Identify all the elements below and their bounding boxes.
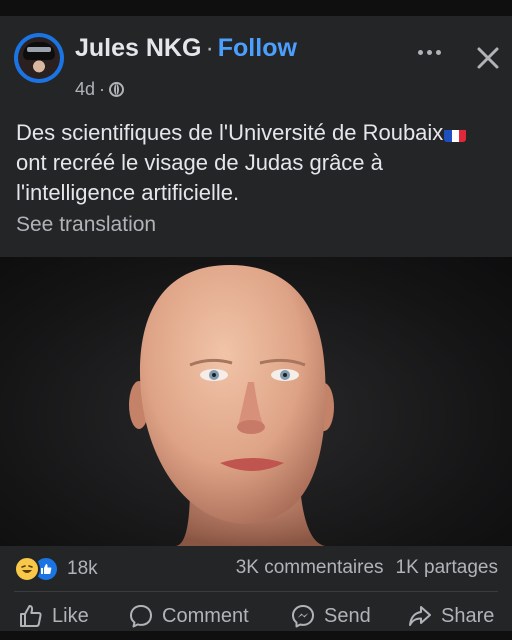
comments-count[interactable]: 3K commentaires [236, 557, 384, 578]
share-label: Share [441, 604, 495, 627]
thumb-glyph [41, 564, 52, 574]
share-icon [409, 606, 431, 626]
post-card: Jules NKG · Follow 4d · Des scientifiques … [0, 16, 512, 631]
close-icon[interactable] [472, 42, 504, 74]
post-meta: 4d · [75, 78, 125, 100]
engagement-stats: 3K commentaires 1K partages [236, 557, 498, 579]
post-text-part2: ont recréé le visage de Judas grâce à l'… [16, 150, 383, 205]
comment-label: Comment [162, 604, 249, 627]
post-image[interactable] [0, 257, 512, 546]
more-options-icon[interactable] [412, 42, 446, 62]
author-name[interactable]: Jules NKG [75, 34, 201, 62]
globe-icon [109, 81, 125, 97]
reactions-summary[interactable]: 18k [14, 556, 98, 582]
author-avatar[interactable] [14, 33, 64, 83]
reactions-count: 18k [67, 558, 98, 579]
messenger-icon [292, 605, 314, 628]
dot [435, 49, 441, 55]
post-text-part1: Des scientifiques de l'Université de Rou… [16, 120, 444, 145]
like-button[interactable]: Like [18, 600, 89, 632]
like-label: Like [52, 604, 89, 627]
like-icon [20, 605, 42, 627]
haha-glyph [21, 565, 33, 573]
top-edge [0, 0, 512, 16]
dot [417, 49, 423, 55]
meta-separator: · [99, 79, 106, 99]
author-row: Jules NKG · Follow [75, 34, 297, 62]
divider [14, 591, 498, 592]
comment-button[interactable]: Comment [128, 600, 249, 632]
share-button[interactable]: Share [407, 600, 494, 632]
bottom-edge [0, 631, 512, 640]
send-button[interactable]: Send [290, 600, 371, 632]
post-time[interactable]: 4d [75, 78, 95, 100]
send-label: Send [324, 604, 371, 627]
comment-icon [130, 605, 152, 628]
haha-reaction-icon [14, 556, 40, 582]
screen: Jules NKG · Follow 4d · Des scientifiques … [0, 0, 512, 640]
face-illustration [129, 265, 334, 546]
close-glyph [477, 47, 499, 69]
dot [426, 49, 432, 55]
follow-button[interactable]: Follow [218, 34, 297, 62]
name-separator: · [205, 34, 214, 62]
france-flag-icon [444, 125, 467, 142]
shares-count[interactable]: 1K partages [396, 557, 498, 578]
see-translation-link[interactable]: See translation [16, 212, 156, 238]
post-text: Des scientifiques de l'Université de Rou… [16, 118, 496, 208]
action-bar: Like Comment Send Share [0, 600, 512, 632]
avatar-headband [27, 47, 51, 52]
